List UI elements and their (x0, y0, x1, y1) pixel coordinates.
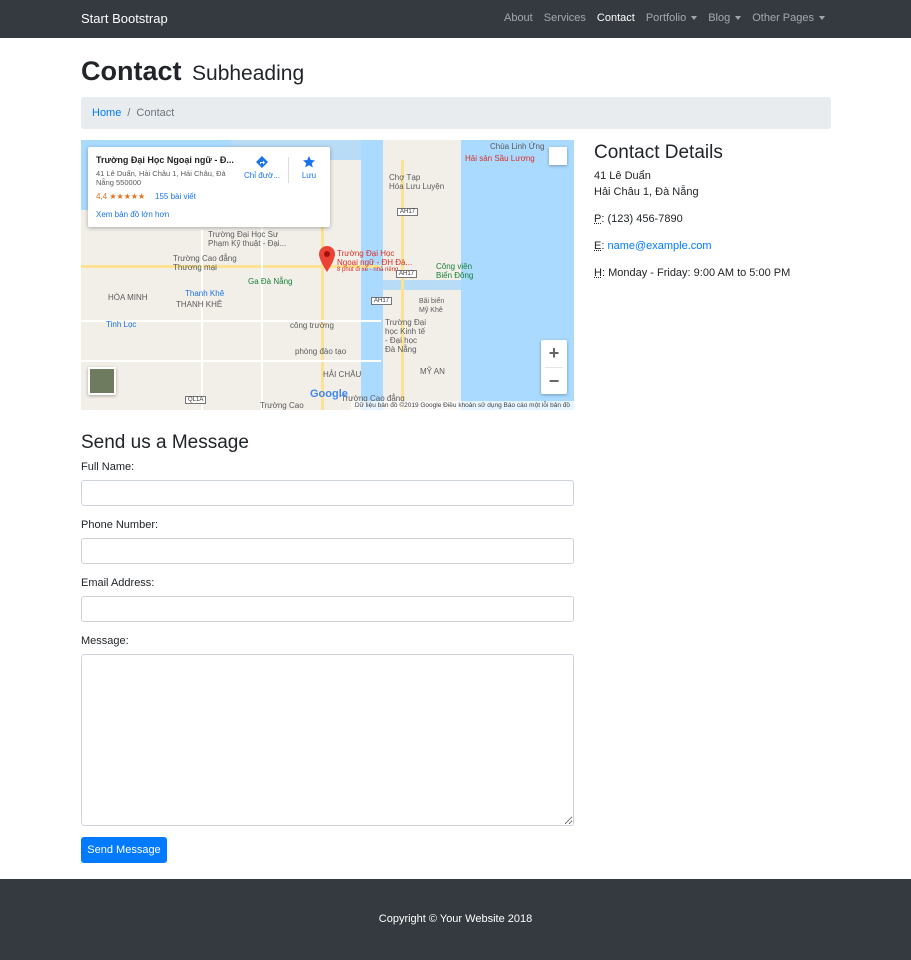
map-label-bai-bien: Bãi biển Mỹ Khê (419, 298, 445, 314)
address-line-2: Hải Châu 1, Đà Nẵng (594, 186, 699, 198)
phone-label: Phone Number: (81, 519, 159, 531)
map-label-thanh-khe: THANH KHÊ (176, 300, 223, 309)
map-highway-marker: QL1A (185, 396, 207, 404)
caret-down-icon (735, 16, 742, 21)
nav-item-about[interactable]: About (504, 12, 533, 24)
map-label-ga-da-nang: Ga Đà Nẵng (248, 277, 293, 286)
map-zoom-controls: + − (541, 340, 567, 394)
embedded-map[interactable]: Chùa Linh Ứng Hải sản Sầu Lương Chợ Tạp … (81, 140, 574, 410)
map-road (401, 160, 404, 410)
map-card-title: Trường Đại Học Ngoại ngữ - Đ... (96, 155, 234, 165)
email-link[interactable]: name@example.com (607, 240, 711, 252)
send-message-button[interactable]: Send Message (81, 837, 167, 863)
map-zoom-in-button[interactable]: + (541, 340, 567, 366)
page-title: Contact Subheading (81, 56, 304, 87)
hours-abbr: H (594, 267, 602, 279)
map-label-marker-sub: 8 phút đi xe - nhà riêng (337, 267, 399, 273)
nav-item-blog[interactable]: Blog (708, 12, 742, 24)
map-label-hoa-minh: HÒA MINH (108, 293, 148, 302)
map-label-tinh-loc: Tinh Lọc (106, 320, 137, 329)
breadcrumb-home-link[interactable]: Home (92, 107, 121, 119)
map-label-truong-su-pham: Trường Đại Học Sư Phạm Kỹ thuật - Đại... (208, 230, 287, 248)
email-line: E: name@example.com (594, 240, 712, 252)
nav-item-contact[interactable]: Contact (597, 12, 635, 24)
phone-abbr: P (594, 213, 602, 225)
map-attribution[interactable]: Dữ liệu bản đồ ©2019 Google Điều khoản s… (350, 401, 574, 410)
nav-item-other-pages-label: Other Pages (752, 12, 814, 24)
full-name-input[interactable] (81, 480, 574, 506)
map-label-phong-dao-tao: phòng đào tạo (295, 347, 347, 356)
directions-icon (256, 156, 268, 168)
brand-link[interactable]: Start Bootstrap (81, 11, 168, 26)
map-label-truong-cao-2: Trường Cao (260, 401, 304, 410)
star-icon (303, 156, 315, 168)
copyright-text: Copyright © Your Website 2018 (378, 913, 533, 925)
email-input[interactable] (81, 596, 574, 622)
map-label-chua-linh-ung: Chùa Linh Ứng (490, 142, 545, 151)
map-card-divider (288, 157, 289, 183)
nav-menu: About Services Contact Portfolio Blog Ot… (504, 12, 825, 24)
map-label-cong-truong: công trường (290, 321, 334, 330)
message-textarea[interactable] (81, 654, 574, 826)
breadcrumb-current: Contact (136, 107, 175, 119)
map-label-cho-hoa-lac: Chợ Tạp Hóa Lưu Luyện (389, 173, 445, 191)
map-label-my-an: MỸ AN (420, 367, 445, 376)
map-label-truong-kinh-te: Trường Đại học Kinh tế - Đại học Đà Nẵng (385, 318, 426, 354)
phone-value: (123) 456-7890 (607, 213, 683, 225)
map-label-hai-chau: HẢI CHÂU (323, 370, 362, 379)
email-abbr: E (594, 240, 602, 252)
page-subtitle: Subheading (192, 62, 305, 85)
map-zoom-out-button[interactable]: − (541, 368, 567, 394)
nav-item-other-pages[interactable]: Other Pages (752, 12, 825, 24)
caret-down-icon (819, 16, 825, 21)
breadcrumb: Home / Contact (81, 97, 831, 129)
address-line-1: 41 Lê Duẩn (594, 170, 651, 182)
map-info-card: Trường Đại Học Ngoại ngữ - Đ... 41 Lê Du… (88, 147, 330, 227)
map-fullscreen-button[interactable] (549, 147, 567, 165)
message-label: Message: (81, 635, 129, 647)
map-label-thanh-khe-station: Thanh Khê (185, 289, 225, 298)
phone-input[interactable] (81, 538, 574, 564)
map-highway-marker: AH17 (397, 208, 419, 216)
map-highway-marker: AH17 (371, 297, 393, 305)
map-card-rating: 4,4 ★★★★★ (96, 192, 146, 201)
caret-down-icon (691, 16, 698, 21)
phone-line: P: (123) 456-7890 (594, 213, 683, 225)
google-logo: Google (310, 388, 348, 400)
contact-details-title: Contact Details (594, 142, 723, 163)
full-name-label: Full Name: (81, 461, 135, 473)
map-satellite-toggle[interactable] (88, 367, 116, 395)
nav-item-portfolio[interactable]: Portfolio (645, 12, 698, 24)
map-label-truong-cao-dang: Trường Cao đẳng Thương mại (173, 254, 237, 272)
hours-line: H: Monday - Friday: 9:00 AM to 5:00 PM (594, 267, 791, 279)
map-river (361, 140, 383, 410)
map-pin-icon[interactable] (319, 246, 335, 272)
nav-item-services[interactable]: Services (544, 12, 586, 24)
map-label-cong-vien: Công viên Biển Đông (436, 262, 474, 280)
map-card-reviews-link[interactable]: 155 bài viết (155, 192, 196, 201)
map-view-larger-link[interactable]: Xem bản đồ lớn hơn (96, 210, 169, 219)
email-label: Email Address: (81, 577, 155, 589)
map-street (81, 360, 381, 362)
breadcrumb-separator: / (127, 107, 131, 119)
map-directions-label: Chỉ đườ... (244, 171, 280, 180)
nav-item-portfolio-label: Portfolio (645, 12, 687, 24)
map-card-address: 41 Lê Duẩn, Hải Châu 1, Hải Châu, Đà Nẵn… (96, 169, 226, 187)
top-navbar: Start Bootstrap About Services Contact P… (0, 0, 911, 38)
map-label-hai-san: Hải sản Sầu Lương (465, 154, 535, 163)
map-directions-button[interactable]: Chỉ đườ... (244, 155, 280, 180)
page-footer: Copyright © Your Website 2018 (0, 879, 911, 960)
map-label-marker: Trường Đại Học Ngoại ngữ - ĐH Đà... (337, 249, 413, 267)
map-highway-marker: AH17 (396, 270, 418, 278)
hours-value: Monday - Friday: 9:00 AM to 5:00 PM (608, 267, 791, 279)
map-save-label: Lưu (301, 171, 317, 180)
page-title-text: Contact (81, 56, 182, 86)
form-title: Send us a Message (81, 432, 249, 453)
nav-item-blog-label: Blog (708, 12, 731, 24)
map-save-button[interactable]: Lưu (297, 155, 321, 180)
